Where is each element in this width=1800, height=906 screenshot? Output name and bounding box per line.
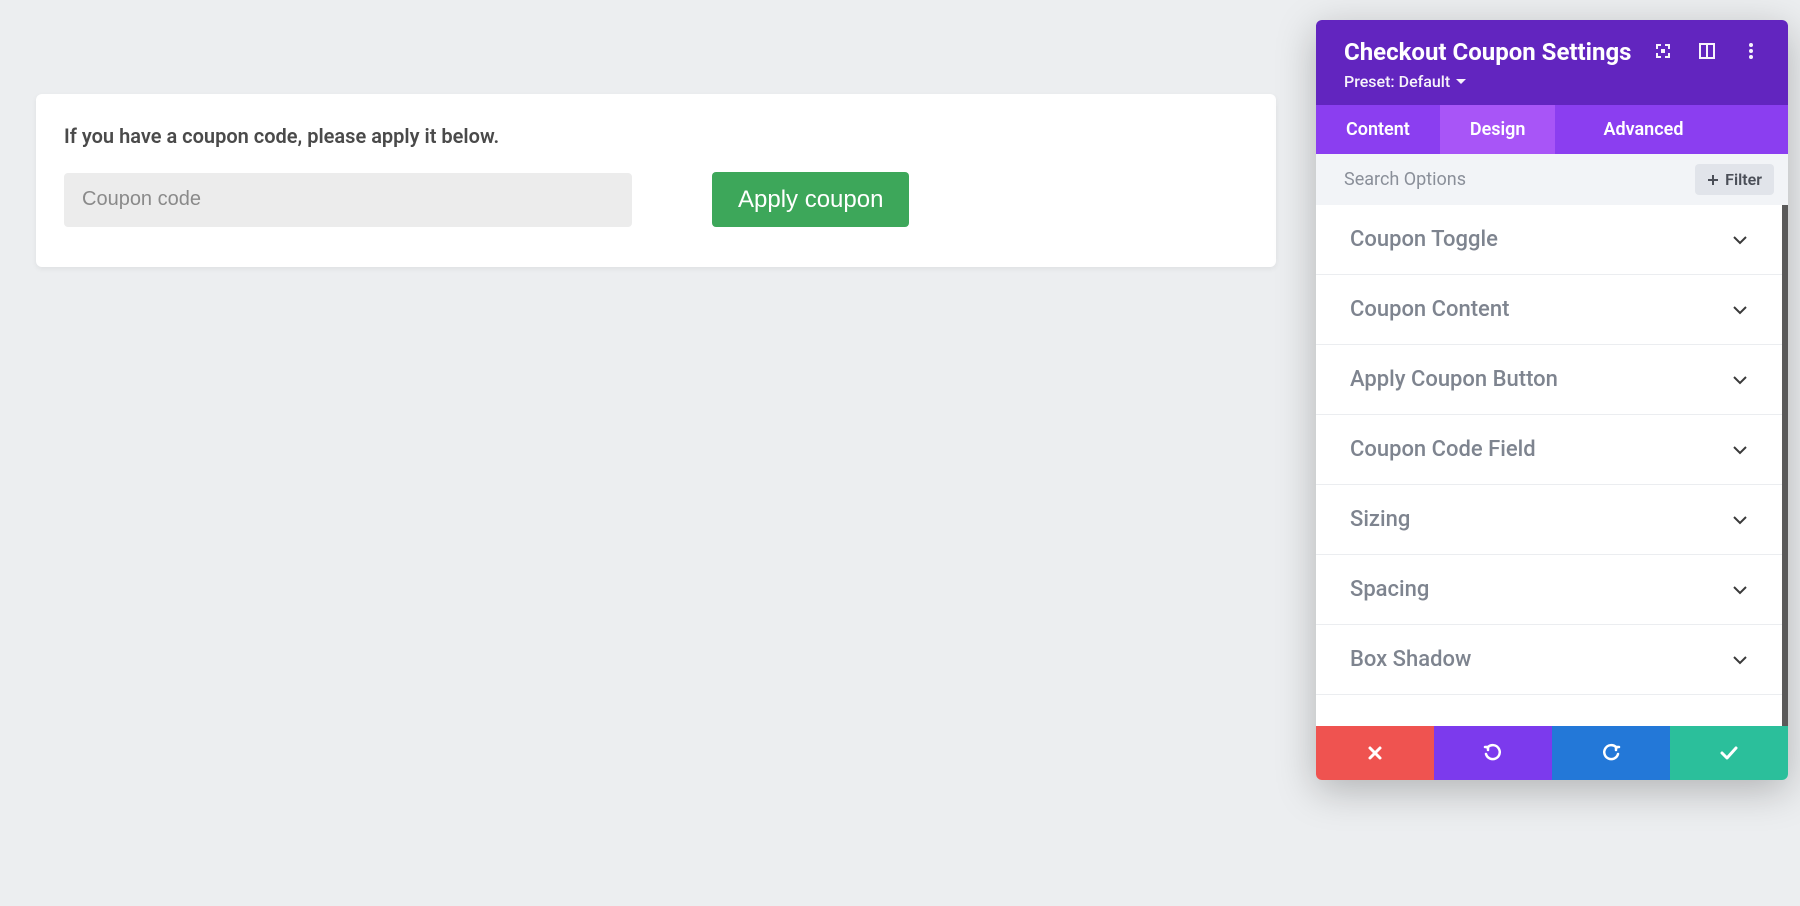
option-sizing[interactable]: Sizing bbox=[1316, 485, 1782, 555]
option-label: Apply Coupon Button bbox=[1350, 367, 1558, 392]
chevron-down-icon bbox=[1732, 585, 1748, 595]
cancel-button[interactable] bbox=[1316, 726, 1434, 780]
settings-panel: Checkout Coupon Settings Preset: Default bbox=[1316, 20, 1788, 780]
option-box-shadow[interactable]: Box Shadow bbox=[1316, 625, 1782, 695]
options-list[interactable]: Coupon Toggle Coupon Content Apply Coupo… bbox=[1316, 205, 1788, 726]
undo-icon bbox=[1483, 743, 1503, 763]
coupon-card: If you have a coupon code, please apply … bbox=[36, 94, 1276, 267]
option-label: Spacing bbox=[1350, 577, 1429, 602]
close-icon bbox=[1367, 745, 1383, 761]
panel-header-icons bbox=[1654, 42, 1760, 60]
option-label: Coupon Content bbox=[1350, 297, 1509, 322]
confirm-button[interactable] bbox=[1670, 726, 1788, 780]
option-label: Box Shadow bbox=[1350, 647, 1471, 672]
panel-footer bbox=[1316, 726, 1788, 780]
option-coupon-content[interactable]: Coupon Content bbox=[1316, 275, 1782, 345]
chevron-down-icon bbox=[1732, 445, 1748, 455]
option-coupon-toggle[interactable]: Coupon Toggle bbox=[1316, 205, 1782, 275]
chevron-down-icon bbox=[1732, 305, 1748, 315]
search-options-row: Search Options Filter bbox=[1316, 154, 1788, 205]
coupon-prompt: If you have a coupon code, please apply … bbox=[64, 124, 1248, 148]
plus-icon bbox=[1707, 174, 1719, 186]
option-label: Coupon Toggle bbox=[1350, 227, 1498, 252]
option-apply-coupon-button[interactable]: Apply Coupon Button bbox=[1316, 345, 1782, 415]
chevron-down-icon bbox=[1732, 375, 1748, 385]
option-coupon-code-field[interactable]: Coupon Code Field bbox=[1316, 415, 1782, 485]
coupon-row: Apply coupon bbox=[64, 172, 1248, 227]
filter-label: Filter bbox=[1725, 170, 1762, 189]
check-icon bbox=[1719, 745, 1739, 761]
tab-advanced[interactable]: Advanced bbox=[1573, 105, 1713, 154]
columns-icon[interactable] bbox=[1698, 42, 1716, 60]
option-label: Sizing bbox=[1350, 507, 1410, 532]
undo-button[interactable] bbox=[1434, 726, 1552, 780]
preset-label: Preset: Default bbox=[1344, 72, 1450, 91]
filter-button[interactable]: Filter bbox=[1695, 164, 1774, 195]
panel-header-left: Checkout Coupon Settings Preset: Default bbox=[1344, 38, 1654, 91]
panel-title: Checkout Coupon Settings bbox=[1344, 38, 1654, 66]
caret-down-icon bbox=[1456, 79, 1466, 85]
more-vert-icon[interactable] bbox=[1742, 42, 1760, 60]
chevron-down-icon bbox=[1732, 235, 1748, 245]
option-label: Coupon Code Field bbox=[1350, 437, 1536, 462]
panel-tabs: Content Design Advanced bbox=[1316, 105, 1788, 154]
preset-selector[interactable]: Preset: Default bbox=[1344, 72, 1466, 91]
coupon-code-input[interactable] bbox=[64, 173, 632, 227]
apply-coupon-button[interactable]: Apply coupon bbox=[712, 172, 909, 227]
tab-content[interactable]: Content bbox=[1316, 105, 1440, 154]
option-spacing[interactable]: Spacing bbox=[1316, 555, 1782, 625]
expand-icon[interactable] bbox=[1654, 42, 1672, 60]
chevron-down-icon bbox=[1732, 515, 1748, 525]
search-options-input[interactable]: Search Options bbox=[1344, 169, 1695, 190]
tab-design[interactable]: Design bbox=[1440, 105, 1556, 154]
redo-icon bbox=[1601, 743, 1621, 763]
panel-header: Checkout Coupon Settings Preset: Default bbox=[1316, 20, 1788, 105]
chevron-down-icon bbox=[1732, 655, 1748, 665]
redo-button[interactable] bbox=[1552, 726, 1670, 780]
